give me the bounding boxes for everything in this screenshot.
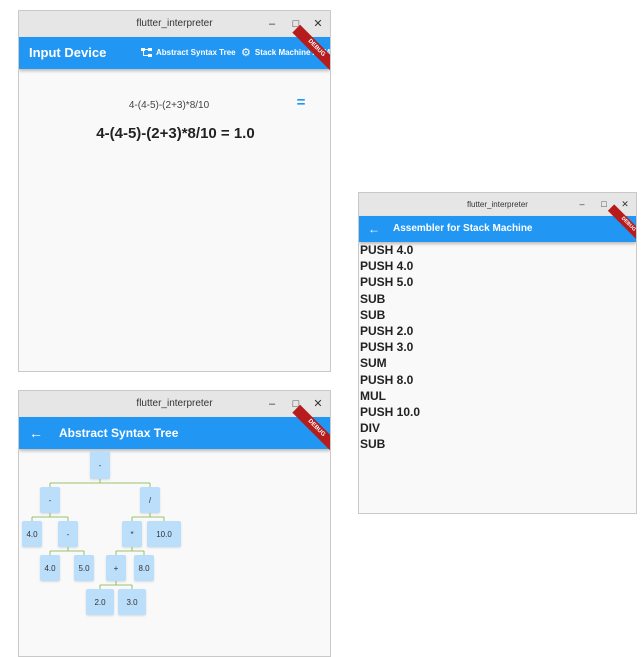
- asm-line: PUSH 4.0: [360, 243, 414, 257]
- appbar-title: Input Device: [29, 45, 107, 60]
- equals-button[interactable]: =: [293, 94, 309, 111]
- expression-input[interactable]: 4-(4-5)-(2+3)*8/10: [79, 100, 259, 111]
- asm-line: SUB: [360, 437, 386, 452]
- asm-appbar: ← Assembler for Stack Machine DEBUG: [359, 204, 636, 245]
- tree-icon: [141, 48, 152, 58]
- tree-node-number: 10.0: [147, 521, 181, 547]
- main-appbar: Input Device Abstract Syntax Tree ⚙ Stack…: [19, 24, 330, 73]
- tree-node-plus: +: [106, 555, 126, 581]
- asm-listing: PUSH 4.0 PUSH 4.0 PUSH 5.0 SUB SUB PUSH …: [360, 242, 420, 452]
- tree-node-number: 5.0: [74, 555, 94, 581]
- main-titlebar: flutter_interpreter – □ ✕: [19, 11, 330, 37]
- tree-node-number: 4.0: [40, 555, 60, 581]
- asm-line: PUSH 8.0: [360, 372, 414, 387]
- tree-node-root: -: [90, 451, 110, 479]
- asm-line: PUSH 10.0: [360, 404, 421, 419]
- asm-line: SUB: [360, 307, 386, 322]
- asm-line: PUSH 2.0: [360, 323, 414, 338]
- tree-node-multiply: *: [122, 521, 142, 547]
- minimize-button[interactable]: –: [264, 11, 280, 37]
- result-text: 4-(4-5)-(2+3)*8/10 = 1.0: [96, 125, 255, 142]
- tree-node-number: 4.0: [22, 521, 42, 547]
- main-window: flutter_interpreter – □ ✕ Input Device A…: [18, 10, 331, 372]
- settings-icon: ⚙: [241, 47, 251, 59]
- ast-action-label: Abstract Syntax Tree: [156, 48, 236, 57]
- back-arrow-icon[interactable]: ←: [368, 216, 380, 242]
- close-button[interactable]: ✕: [310, 11, 326, 37]
- minimize-button[interactable]: –: [574, 193, 590, 216]
- appbar-title: Assembler for Stack Machine: [393, 223, 533, 234]
- tree-node-minus: -: [58, 521, 78, 547]
- asm-line: SUM: [360, 356, 387, 371]
- tree-node-divide: /: [140, 487, 160, 513]
- window-title: flutter_interpreter: [467, 200, 528, 209]
- tree-node-minus: -: [40, 487, 60, 513]
- window-title: flutter_interpreter: [136, 18, 213, 29]
- asm-line: PUSH 4.0: [360, 259, 414, 274]
- asm-line: MUL: [360, 388, 386, 403]
- ast-action-button[interactable]: Abstract Syntax Tree: [141, 37, 236, 69]
- tree-node-number: 2.0: [86, 589, 114, 615]
- ast-window: flutter_interpreter – □ ✕ ← Abstract Syn…: [18, 390, 331, 657]
- asm-line: DIV: [360, 421, 381, 436]
- asm-window: flutter_interpreter – □ ✕ ← Assembler fo…: [358, 192, 637, 514]
- tree-node-number: 8.0: [134, 555, 154, 581]
- asm-line: PUSH 3.0: [360, 340, 414, 355]
- asm-line: SUB: [360, 291, 386, 306]
- asm-titlebar: flutter_interpreter – □ ✕: [359, 193, 636, 216]
- asm-line: PUSH 5.0: [360, 275, 414, 290]
- tree-node-number: 3.0: [118, 589, 146, 615]
